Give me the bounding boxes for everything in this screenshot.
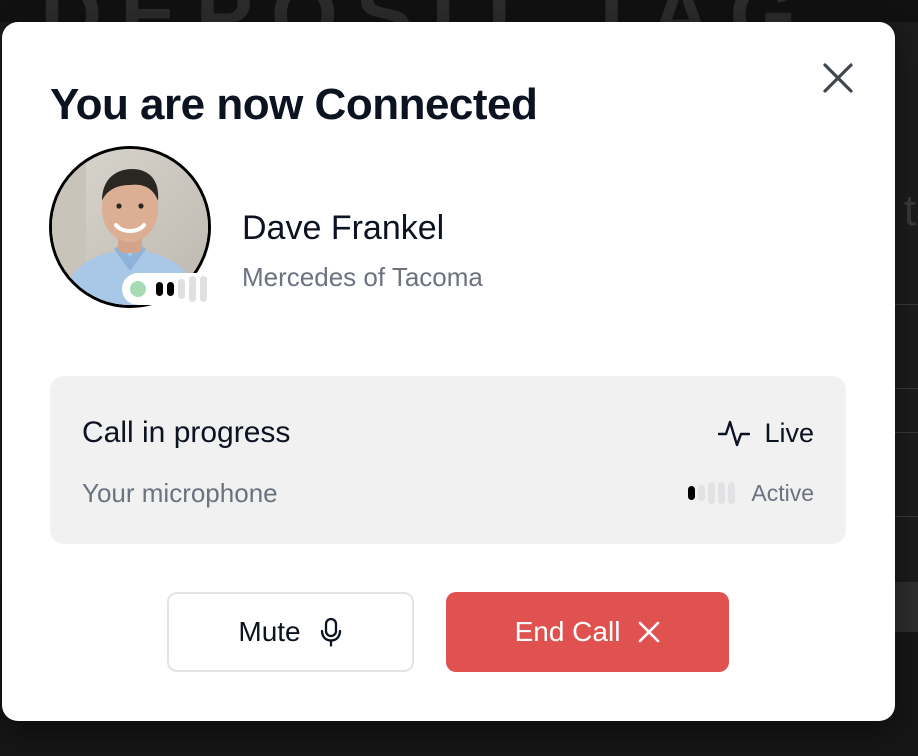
microphone-level-meter bbox=[688, 482, 736, 504]
close-icon bbox=[639, 621, 660, 643]
close-icon bbox=[823, 63, 853, 93]
mute-button[interactable]: Mute bbox=[167, 592, 414, 672]
connection-quality-badge bbox=[122, 273, 212, 305]
live-indicator: Live bbox=[718, 416, 814, 450]
microphone-label: Your microphone bbox=[82, 478, 278, 508]
end-call-button[interactable]: End Call bbox=[446, 592, 729, 672]
signal-bar bbox=[167, 282, 174, 296]
microphone-icon bbox=[320, 617, 341, 647]
close-button[interactable] bbox=[818, 56, 858, 100]
call-status-card: Call in progress Live Your microphone Ac… bbox=[50, 376, 846, 544]
microphone-state: Active bbox=[751, 479, 814, 506]
mic-level-bar bbox=[698, 485, 706, 501]
contact-company: Mercedes of Tacoma bbox=[242, 262, 483, 292]
background-text: t bbox=[903, 186, 916, 235]
signal-bar bbox=[178, 279, 185, 299]
modal-title: You are now Connected bbox=[50, 80, 538, 129]
call-status-label: Call in progress bbox=[82, 416, 291, 449]
mic-level-bar bbox=[718, 482, 726, 504]
signal-bar bbox=[189, 276, 196, 302]
contact-name: Dave Frankel bbox=[242, 209, 445, 247]
mic-level-bar bbox=[688, 486, 696, 500]
live-label: Live bbox=[764, 417, 814, 448]
presence-indicator bbox=[130, 281, 146, 297]
mic-level-bar bbox=[728, 482, 736, 504]
signal-bar bbox=[156, 282, 163, 296]
microphone-status: Active bbox=[688, 478, 814, 508]
end-call-button-label: End Call bbox=[514, 616, 621, 647]
activity-icon bbox=[718, 420, 751, 447]
mic-level-bar bbox=[708, 482, 716, 504]
mute-button-label: Mute bbox=[238, 616, 301, 647]
signal-bar bbox=[200, 276, 207, 302]
contact-avatar-group bbox=[49, 146, 212, 308]
